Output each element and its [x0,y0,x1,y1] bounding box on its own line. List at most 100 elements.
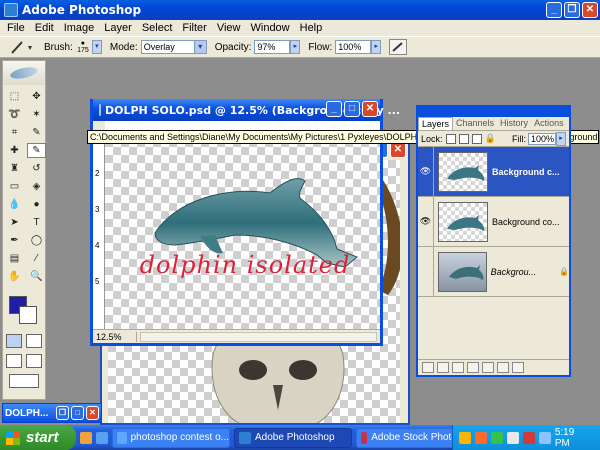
lock-pixels-checkbox[interactable] [458,133,469,144]
menu-window[interactable]: Window [246,22,295,34]
menu-filter[interactable]: Filter [177,22,211,34]
eye-hidden-icon[interactable] [418,246,434,297]
restore-button[interactable]: ❐ [56,406,69,420]
layer-row[interactable]: 👁 Background c... [418,146,569,197]
slice-tool-icon[interactable]: ✎ [27,125,46,140]
trash-icon[interactable] [512,362,524,373]
menu-edit[interactable]: Edit [30,22,59,34]
healing-brush-tool-icon[interactable]: ✚ [5,143,24,158]
standard-mode-button[interactable] [6,334,22,348]
horizontal-scrollbar[interactable] [140,331,377,342]
magic-wand-tool-icon[interactable]: ✶ [27,107,46,122]
lock-position-checkbox[interactable] [471,133,482,144]
hand-tool-icon[interactable]: ✋ [5,269,24,284]
zoom-tool-icon[interactable]: 🔍 [27,269,46,284]
menu-view[interactable]: View [212,22,246,34]
lock-all-icon[interactable]: 🔒 [485,133,496,144]
minimize-button[interactable]: _ [546,2,562,18]
menu-select[interactable]: Select [137,22,178,34]
link-layers-icon[interactable] [422,362,434,373]
menu-file[interactable]: File [2,22,30,34]
brush-preset-picker[interactable]: ● 175 [76,40,90,54]
tray-icon[interactable] [459,431,471,444]
shape-tool-icon[interactable]: ◯ [27,233,46,248]
minimized-document-window[interactable]: DOLPH... ❐ □ ✕ [2,403,102,423]
blur-tool-icon[interactable]: 💧 [5,197,24,212]
toolbox-header[interactable] [3,61,45,85]
layer-name[interactable]: Backgrou... [491,267,559,277]
lock-transparency-checkbox[interactable] [445,133,456,144]
tab-actions[interactable]: Actions [531,117,567,130]
eraser-tool-icon[interactable]: ▭ [5,179,24,194]
jump-to-imageready-button[interactable] [9,374,39,388]
doc-close-button[interactable]: ✕ [362,101,378,117]
screen-mode-standard-button[interactable] [6,354,22,368]
tool-preset-picker[interactable] [8,38,36,56]
layer-name[interactable]: Background co... [492,217,562,227]
tab-history[interactable]: History [497,117,531,130]
layer-row[interactable]: 👁 Background co... [418,196,569,247]
mode-select[interactable]: Overlay ▾ [140,40,207,54]
close-button[interactable]: ✕ [582,2,598,18]
eyedropper-tool-icon[interactable]: ⁄ [27,251,46,266]
move-tool-icon[interactable]: ✥ [27,89,46,104]
quick-launch-icon[interactable] [80,431,92,444]
airbrush-toggle[interactable] [389,39,408,55]
quick-launch-icon[interactable] [96,431,108,444]
tab-layers[interactable]: Layers [418,117,454,130]
layer-row[interactable]: Backgrou... 🔒 [418,246,569,297]
taskbar-button-photoshop[interactable]: Adobe Photoshop [234,427,352,448]
tray-icon[interactable] [490,431,503,444]
crop-tool-icon[interactable]: ⌗ [5,125,24,140]
history-brush-tool-icon[interactable]: ↺ [27,161,46,176]
restore-button[interactable]: ❐ [564,2,580,18]
doc-maximize-button[interactable]: □ [344,101,360,117]
pen-tool-icon[interactable]: ✒ [5,233,24,248]
lasso-tool-icon[interactable]: ➰ [5,107,24,122]
flow-input[interactable]: 100% [335,40,372,54]
menu-help[interactable]: Help [295,22,328,34]
brush-tool-icon[interactable]: ✎ [27,143,46,158]
bg-doc-close-button[interactable]: ✕ [390,142,406,158]
doc-minimize-button[interactable]: _ [326,101,342,117]
document-canvas[interactable]: dolphin isolated [105,131,380,329]
screen-mode-full-button[interactable] [26,354,42,368]
volume-icon[interactable] [538,431,551,444]
eye-icon[interactable]: 👁 [418,196,434,247]
menu-image[interactable]: Image [59,22,100,34]
quick-mask-mode-button[interactable] [26,334,42,348]
paint-bucket-tool-icon[interactable]: ◈ [27,179,46,194]
layers-palette-header[interactable] [418,107,569,117]
background-color-swatch[interactable] [19,306,37,324]
adjustment-layer-icon[interactable] [467,362,479,373]
document-titlebar[interactable]: DOLPH SOLO.psd @ 12.5% (Background copy … [93,99,400,121]
tray-icon[interactable] [522,431,535,444]
layer-group-icon[interactable] [482,362,494,373]
brush-dropdown-arrow[interactable]: ▾ [91,40,102,54]
close-button[interactable]: ✕ [86,406,99,420]
clone-stamp-tool-icon[interactable]: ♜ [5,161,24,176]
eye-icon[interactable]: 👁 [418,146,434,197]
path-selection-tool-icon[interactable]: ➤ [5,215,24,230]
taskbar-button-browser[interactable]: photoshop contest o... [112,427,230,448]
zoom-level[interactable]: 12.5% [93,331,137,342]
layer-mask-icon[interactable] [452,362,464,373]
vertical-ruler[interactable]: 1 2 3 4 5 [93,131,105,329]
layer-style-icon[interactable] [437,362,449,373]
maximize-button[interactable]: □ [71,406,84,420]
opacity-slider-button[interactable]: ▸ [290,40,301,54]
type-tool-icon[interactable]: T [27,215,46,230]
new-layer-icon[interactable] [497,362,509,373]
flow-slider-button[interactable]: ▸ [371,40,382,54]
dodge-tool-icon[interactable]: ● [27,197,46,212]
start-button[interactable]: start [0,425,76,450]
opacity-input[interactable]: 97% [254,40,291,54]
tab-channels[interactable]: Channels [453,117,497,130]
tray-icon[interactable] [506,431,519,444]
fill-input[interactable]: 100% [528,132,556,145]
clock[interactable]: 5:19 PM [555,427,592,449]
fill-slider-button[interactable]: ▸ [556,131,566,146]
layer-name[interactable]: Background c... [492,167,562,177]
menu-layer[interactable]: Layer [99,22,137,34]
marquee-tool-icon[interactable]: ⬚ [5,89,24,104]
